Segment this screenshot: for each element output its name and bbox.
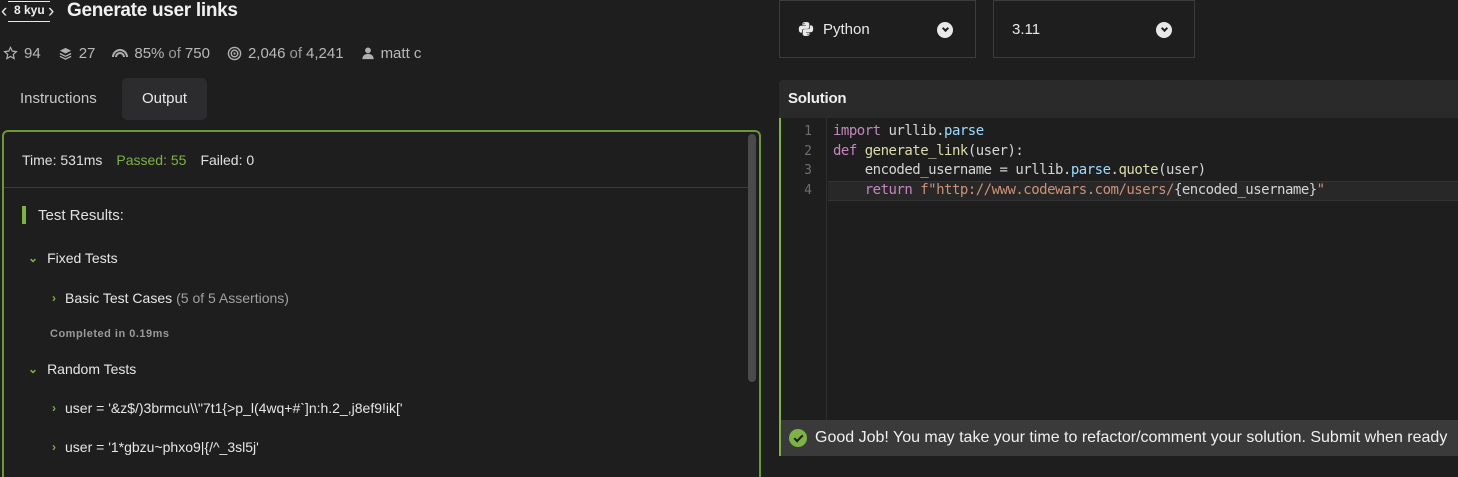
line-number: 3 bbox=[804, 163, 812, 178]
badge-left-icon: ‹ bbox=[1, 1, 8, 22]
code-line-1: import urllib.parse bbox=[833, 123, 984, 139]
code-token: parse bbox=[944, 123, 984, 139]
code-line-4: return f"http://www.codewars.com/users/{… bbox=[833, 182, 1325, 198]
kata-stats: 94 27 85% of 750 2,046 of 4,241 matt c bbox=[3, 43, 438, 63]
language-value: Python bbox=[823, 20, 870, 38]
satisfaction-total: 750 bbox=[184, 44, 210, 62]
success-message: Good Job! You may take your time to refa… bbox=[815, 429, 1448, 446]
test-case-random-1[interactable]: › user = '&z$/)3brmcu\\"7t1{>p_l(4wq+#`]… bbox=[52, 400, 403, 416]
run-time: Time: 531ms bbox=[22, 151, 103, 168]
passed-count: Passed: 55 bbox=[116, 151, 187, 168]
chevron-down-icon: ⌄ bbox=[28, 251, 39, 265]
version-select[interactable]: 3.11 bbox=[993, 0, 1195, 58]
test-results-heading: Test Results: bbox=[22, 206, 124, 224]
satisfaction-of: of bbox=[168, 44, 181, 62]
completions-count: 2,046 bbox=[247, 44, 286, 62]
group-random-tests[interactable]: ⌄ Random Tests bbox=[28, 361, 136, 377]
code-token: quote bbox=[1118, 162, 1159, 178]
tab-instructions[interactable]: Instructions bbox=[6, 78, 111, 120]
version-value: 3.11 bbox=[1012, 20, 1041, 38]
collections-count: 27 bbox=[78, 44, 96, 62]
completions-total: 4,241 bbox=[306, 44, 344, 62]
line-number: 4 bbox=[804, 183, 812, 198]
check-circle-icon bbox=[789, 429, 807, 447]
code-line-3: encoded_username = urllib.parse.quote(us… bbox=[833, 162, 1206, 178]
kyu-rank-badge: ‹ 8 kyu › bbox=[1, 1, 58, 23]
python-icon bbox=[798, 22, 814, 36]
author-stat[interactable]: matt c bbox=[361, 44, 422, 62]
line-number: 1 bbox=[804, 124, 812, 139]
rating-icon bbox=[112, 49, 129, 58]
group-fixed-tests[interactable]: ⌄ Fixed Tests bbox=[28, 250, 118, 266]
output-panel: Time: 531ms Passed: 55 Failed: 0 Test Re… bbox=[2, 130, 761, 477]
code-token: def bbox=[833, 143, 857, 159]
code-token: (user) bbox=[1158, 162, 1206, 178]
code-token: encoded_username = urllib. bbox=[833, 162, 1072, 178]
group-label: Random Tests bbox=[47, 361, 137, 377]
completed-time: Completed in 0.19ms bbox=[50, 328, 170, 340]
chevron-right-icon: › bbox=[52, 401, 56, 415]
chevron-right-icon: › bbox=[52, 440, 56, 454]
target-icon bbox=[227, 46, 242, 60]
test-summary: Time: 531ms Passed: 55 Failed: 0 bbox=[4, 132, 749, 188]
group-label: Fixed Tests bbox=[47, 250, 118, 266]
test-case-label: user = '&z$/)3brmcu\\"7t1{>p_l(4wq+#`]n:… bbox=[65, 400, 403, 416]
satisfaction-percent: 85% bbox=[134, 44, 165, 62]
code-token: return bbox=[864, 182, 913, 198]
completions-stat: 2,046 of 4,241 bbox=[227, 45, 344, 62]
code-token: " bbox=[1316, 182, 1325, 198]
kata-title: Generate user links bbox=[67, 0, 238, 21]
solution-heading: Solution bbox=[779, 80, 1458, 118]
test-case-basic[interactable]: › Basic Test Cases (5 of 5 Assertions) bbox=[52, 290, 289, 306]
stars-count: 94 bbox=[24, 44, 41, 62]
code-token: parse bbox=[1070, 162, 1111, 178]
chevron-down-icon: ⌄ bbox=[28, 362, 39, 376]
test-case-label: Basic Test Cases bbox=[65, 290, 173, 306]
success-message-bar: Good Job! You may take your time to refa… bbox=[779, 420, 1458, 456]
stars-stat[interactable]: 94 bbox=[3, 45, 41, 62]
code-token: generate_link bbox=[856, 143, 969, 159]
completions-of: of bbox=[289, 44, 303, 62]
failed-count: Failed: 0 bbox=[200, 151, 255, 168]
code-token: import bbox=[833, 123, 881, 139]
star-icon bbox=[3, 45, 18, 60]
code-token: {encoded_username} bbox=[1173, 182, 1317, 198]
line-number: 2 bbox=[804, 144, 812, 159]
chevron-right-icon: › bbox=[52, 291, 56, 305]
user-icon bbox=[361, 47, 374, 60]
chevron-down-icon bbox=[1156, 22, 1172, 38]
code-editor[interactable]: 1 2 3 4 import urllib.parse def generate… bbox=[779, 118, 1458, 420]
language-select[interactable]: Python bbox=[779, 0, 976, 58]
tab-output[interactable]: Output bbox=[122, 78, 207, 120]
results-accent-bar bbox=[22, 206, 26, 224]
test-case-random-2[interactable]: › user = '1*gbzu~phxo9|{/^_3sl5j' bbox=[52, 439, 259, 455]
author-name: matt c bbox=[380, 44, 422, 62]
assertion-count: (5 of 5 Assertions) bbox=[176, 290, 289, 306]
collections-stat[interactable]: 27 bbox=[58, 44, 96, 62]
satisfaction-stat: 85% of 750 bbox=[112, 45, 210, 62]
line-number-gutter: 1 2 3 4 bbox=[781, 118, 827, 420]
output-scrollbar-thumb[interactable] bbox=[748, 134, 756, 382]
code-token: (user): bbox=[967, 143, 1024, 159]
kyu-rank-label: 8 kyu bbox=[14, 3, 45, 17]
chevron-down-icon bbox=[937, 22, 953, 38]
test-case-label: user = '1*gbzu~phxo9|{/^_3sl5j' bbox=[65, 439, 259, 455]
layers-icon bbox=[59, 47, 72, 60]
test-results-label: Test Results: bbox=[38, 206, 124, 224]
code-line-2: def generate_link(user): bbox=[833, 143, 1024, 159]
badge-right-icon: › bbox=[48, 1, 55, 22]
code-token: f"http://www.codewars.com/users/ bbox=[912, 182, 1174, 198]
code-token: urllib. bbox=[880, 123, 945, 139]
